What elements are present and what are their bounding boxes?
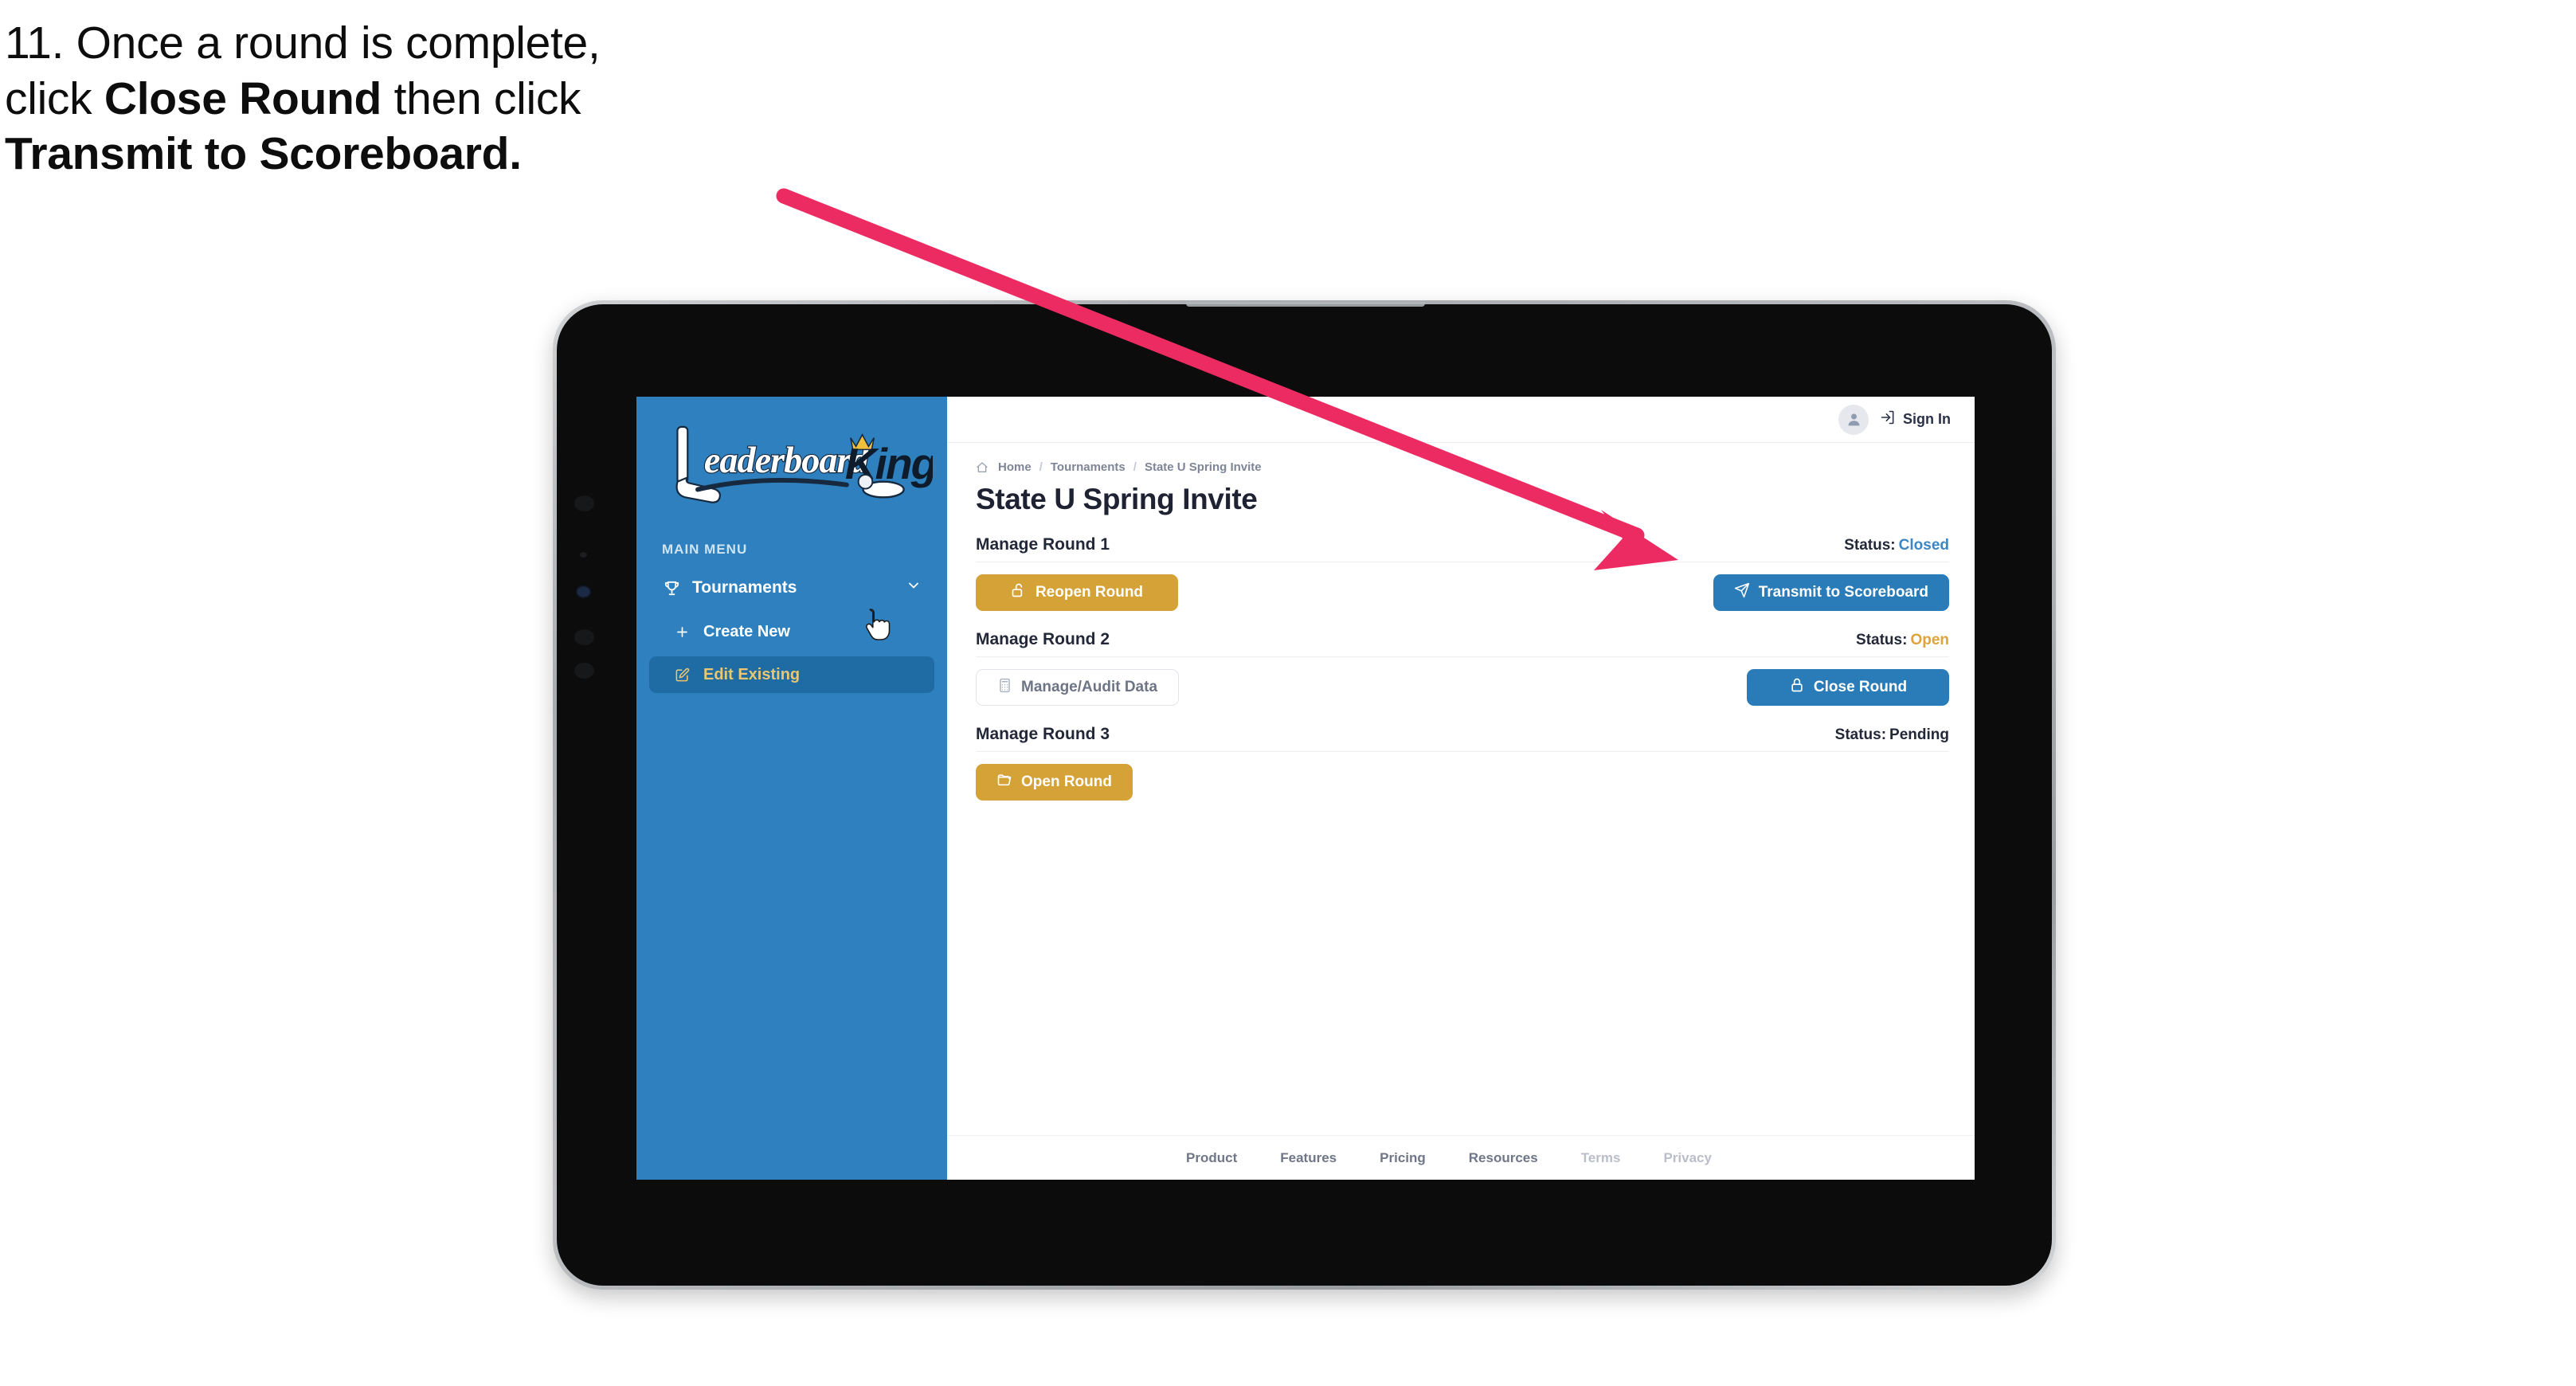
reopen-round-button[interactable]: Reopen Round (976, 574, 1178, 611)
breadcrumb-item-tournaments[interactable]: Tournaments (1051, 460, 1126, 474)
round-2-status-label: Status: (1856, 632, 1908, 648)
round-1-status: Status: Closed (1844, 537, 1949, 554)
close-round-button[interactable]: Close Round (1747, 669, 1949, 706)
round-3-status-value: Pending (1889, 726, 1949, 743)
unlock-icon (1011, 582, 1027, 603)
round-2-status: Status: Open (1856, 632, 1949, 649)
footer-link-pricing[interactable]: Pricing (1380, 1150, 1426, 1166)
sign-in-icon (1880, 409, 1896, 429)
open-round-label: Open Round (1021, 773, 1112, 790)
sidebar-section-label: MAIN MENU (662, 542, 748, 557)
app-logo[interactable]: eaderboard King (654, 421, 933, 515)
sign-in-label: Sign In (1903, 411, 1951, 427)
top-bar: Sign In (947, 397, 1975, 443)
sidebar-item-create-new-label: Create New (703, 622, 790, 640)
round-3-status-label: Status: (1834, 726, 1887, 743)
page-content: Home / Tournaments / State U Spring Invi… (947, 443, 1975, 1135)
footer-link-product[interactable]: Product (1186, 1150, 1237, 1166)
edit-icon (671, 665, 692, 684)
trophy-icon (660, 578, 683, 598)
reopen-round-label: Reopen Round (1035, 584, 1144, 601)
tablet-camera-icon (574, 495, 594, 511)
lock-icon (1789, 677, 1805, 698)
sidebar-item-edit-existing-label: Edit Existing (703, 665, 801, 683)
caption-line-2: click Close Round then click (5, 72, 849, 127)
round-1-header: Manage Round 1 Status: Closed (976, 535, 1949, 562)
sidebar: eaderboard King MAIN MENU Tournaments Cr… (636, 397, 947, 1180)
round-section-1: Manage Round 1 Status: Closed Reopen Rou… (976, 535, 1949, 611)
breadcrumb-separator-1: / (1039, 460, 1043, 474)
caption-line2-post: then click (382, 72, 581, 124)
round-2-title: Manage Round 2 (976, 630, 1110, 648)
folder-open-icon (996, 772, 1012, 793)
round-3-title: Manage Round 3 (976, 725, 1110, 743)
round-3-header: Manage Round 3 Status: Pending (976, 725, 1949, 752)
round-section-3: Manage Round 3 Status: Pending Open Roun… (976, 725, 1949, 801)
breadcrumb-item-current: State U Spring Invite (1144, 460, 1262, 474)
sign-in-button[interactable]: Sign In (1880, 409, 1951, 429)
caption-transmit-emphasis: Transmit to Scoreboard. (5, 128, 522, 180)
chevron-down-icon[interactable] (906, 578, 922, 598)
paper-plane-icon (1734, 582, 1750, 603)
screenshot-root: 11. Once a round is complete, click Clos… (0, 0, 2576, 1386)
leaderboard-king-logo-icon: eaderboard King (675, 425, 933, 503)
avatar[interactable] (1838, 404, 1869, 435)
caption-line-1: 11. Once a round is complete, (5, 18, 601, 69)
caption-line2-pre: click (5, 72, 104, 124)
round-3-actions: Open Round (976, 764, 1949, 801)
footer-link-resources[interactable]: Resources (1469, 1150, 1538, 1166)
close-round-label: Close Round (1813, 679, 1908, 695)
footer-nav: Product Features Pricing Resources Terms… (947, 1135, 1975, 1180)
round-3-status: Status: Pending (1835, 726, 1949, 744)
plus-icon (671, 622, 692, 641)
mouse-cursor-pointer-icon (862, 608, 891, 641)
round-2-actions: Manage/Audit Data Close Round (976, 669, 1949, 706)
transmit-to-scoreboard-label: Transmit to Scoreboard (1758, 584, 1928, 601)
manage-audit-data-label: Manage/Audit Data (1021, 679, 1158, 695)
tablet-screen: eaderboard King MAIN MENU Tournaments Cr… (636, 397, 1975, 1180)
sidebar-item-tournaments[interactable]: Tournaments (649, 569, 934, 607)
footer-link-privacy[interactable]: Privacy (1663, 1150, 1712, 1166)
breadcrumb-separator-2: / (1133, 460, 1137, 474)
tablet-speaker-icon-1 (574, 629, 594, 645)
manage-audit-data-button[interactable]: Manage/Audit Data (976, 669, 1180, 706)
open-round-button[interactable]: Open Round (976, 764, 1133, 801)
tablet-speaker-icon-2 (574, 663, 594, 679)
footer-link-terms[interactable]: Terms (1581, 1150, 1621, 1166)
page-title: State U Spring Invite (976, 483, 1258, 515)
caption-line-3: Transmit to Scoreboard. (5, 127, 849, 182)
sidebar-item-tournaments-label: Tournaments (692, 578, 797, 597)
round-1-title: Manage Round 1 (976, 535, 1110, 554)
round-1-status-value: Closed (1898, 537, 1949, 554)
sidebar-item-edit-existing[interactable]: Edit Existing (649, 656, 934, 693)
main-content: Sign In Home / Tournaments / State U Spr… (947, 397, 1975, 1180)
breadcrumb: Home / Tournaments / State U Spring Invi… (976, 460, 1949, 474)
round-2-status-value: Open (1910, 632, 1949, 648)
tablet-sensor-icon (580, 552, 587, 558)
breadcrumb-item-home[interactable]: Home (998, 460, 1032, 474)
web-app: eaderboard King MAIN MENU Tournaments Cr… (636, 397, 1975, 1180)
caption-close-round-emphasis: Close Round (104, 72, 382, 124)
round-1-status-label: Status: (1844, 537, 1896, 554)
calculator-icon (997, 678, 1012, 698)
transmit-to-scoreboard-button[interactable]: Transmit to Scoreboard (1713, 574, 1949, 611)
round-2-header: Manage Round 2 Status: Open (976, 630, 1949, 657)
sidebar-item-create-new[interactable]: Create New (649, 613, 934, 650)
round-section-2: Manage Round 2 Status: Open Manage/Audit… (976, 630, 1949, 706)
tablet-indicator-led-icon (577, 587, 589, 597)
home-icon (976, 461, 989, 474)
footer-link-features[interactable]: Features (1280, 1150, 1337, 1166)
user-icon (1848, 413, 1859, 426)
instruction-caption: 11. Once a round is complete, click Clos… (5, 16, 849, 182)
tablet-top-notch (1186, 302, 1425, 307)
round-1-actions: Reopen Round Transmit to Scoreboard (976, 574, 1949, 611)
